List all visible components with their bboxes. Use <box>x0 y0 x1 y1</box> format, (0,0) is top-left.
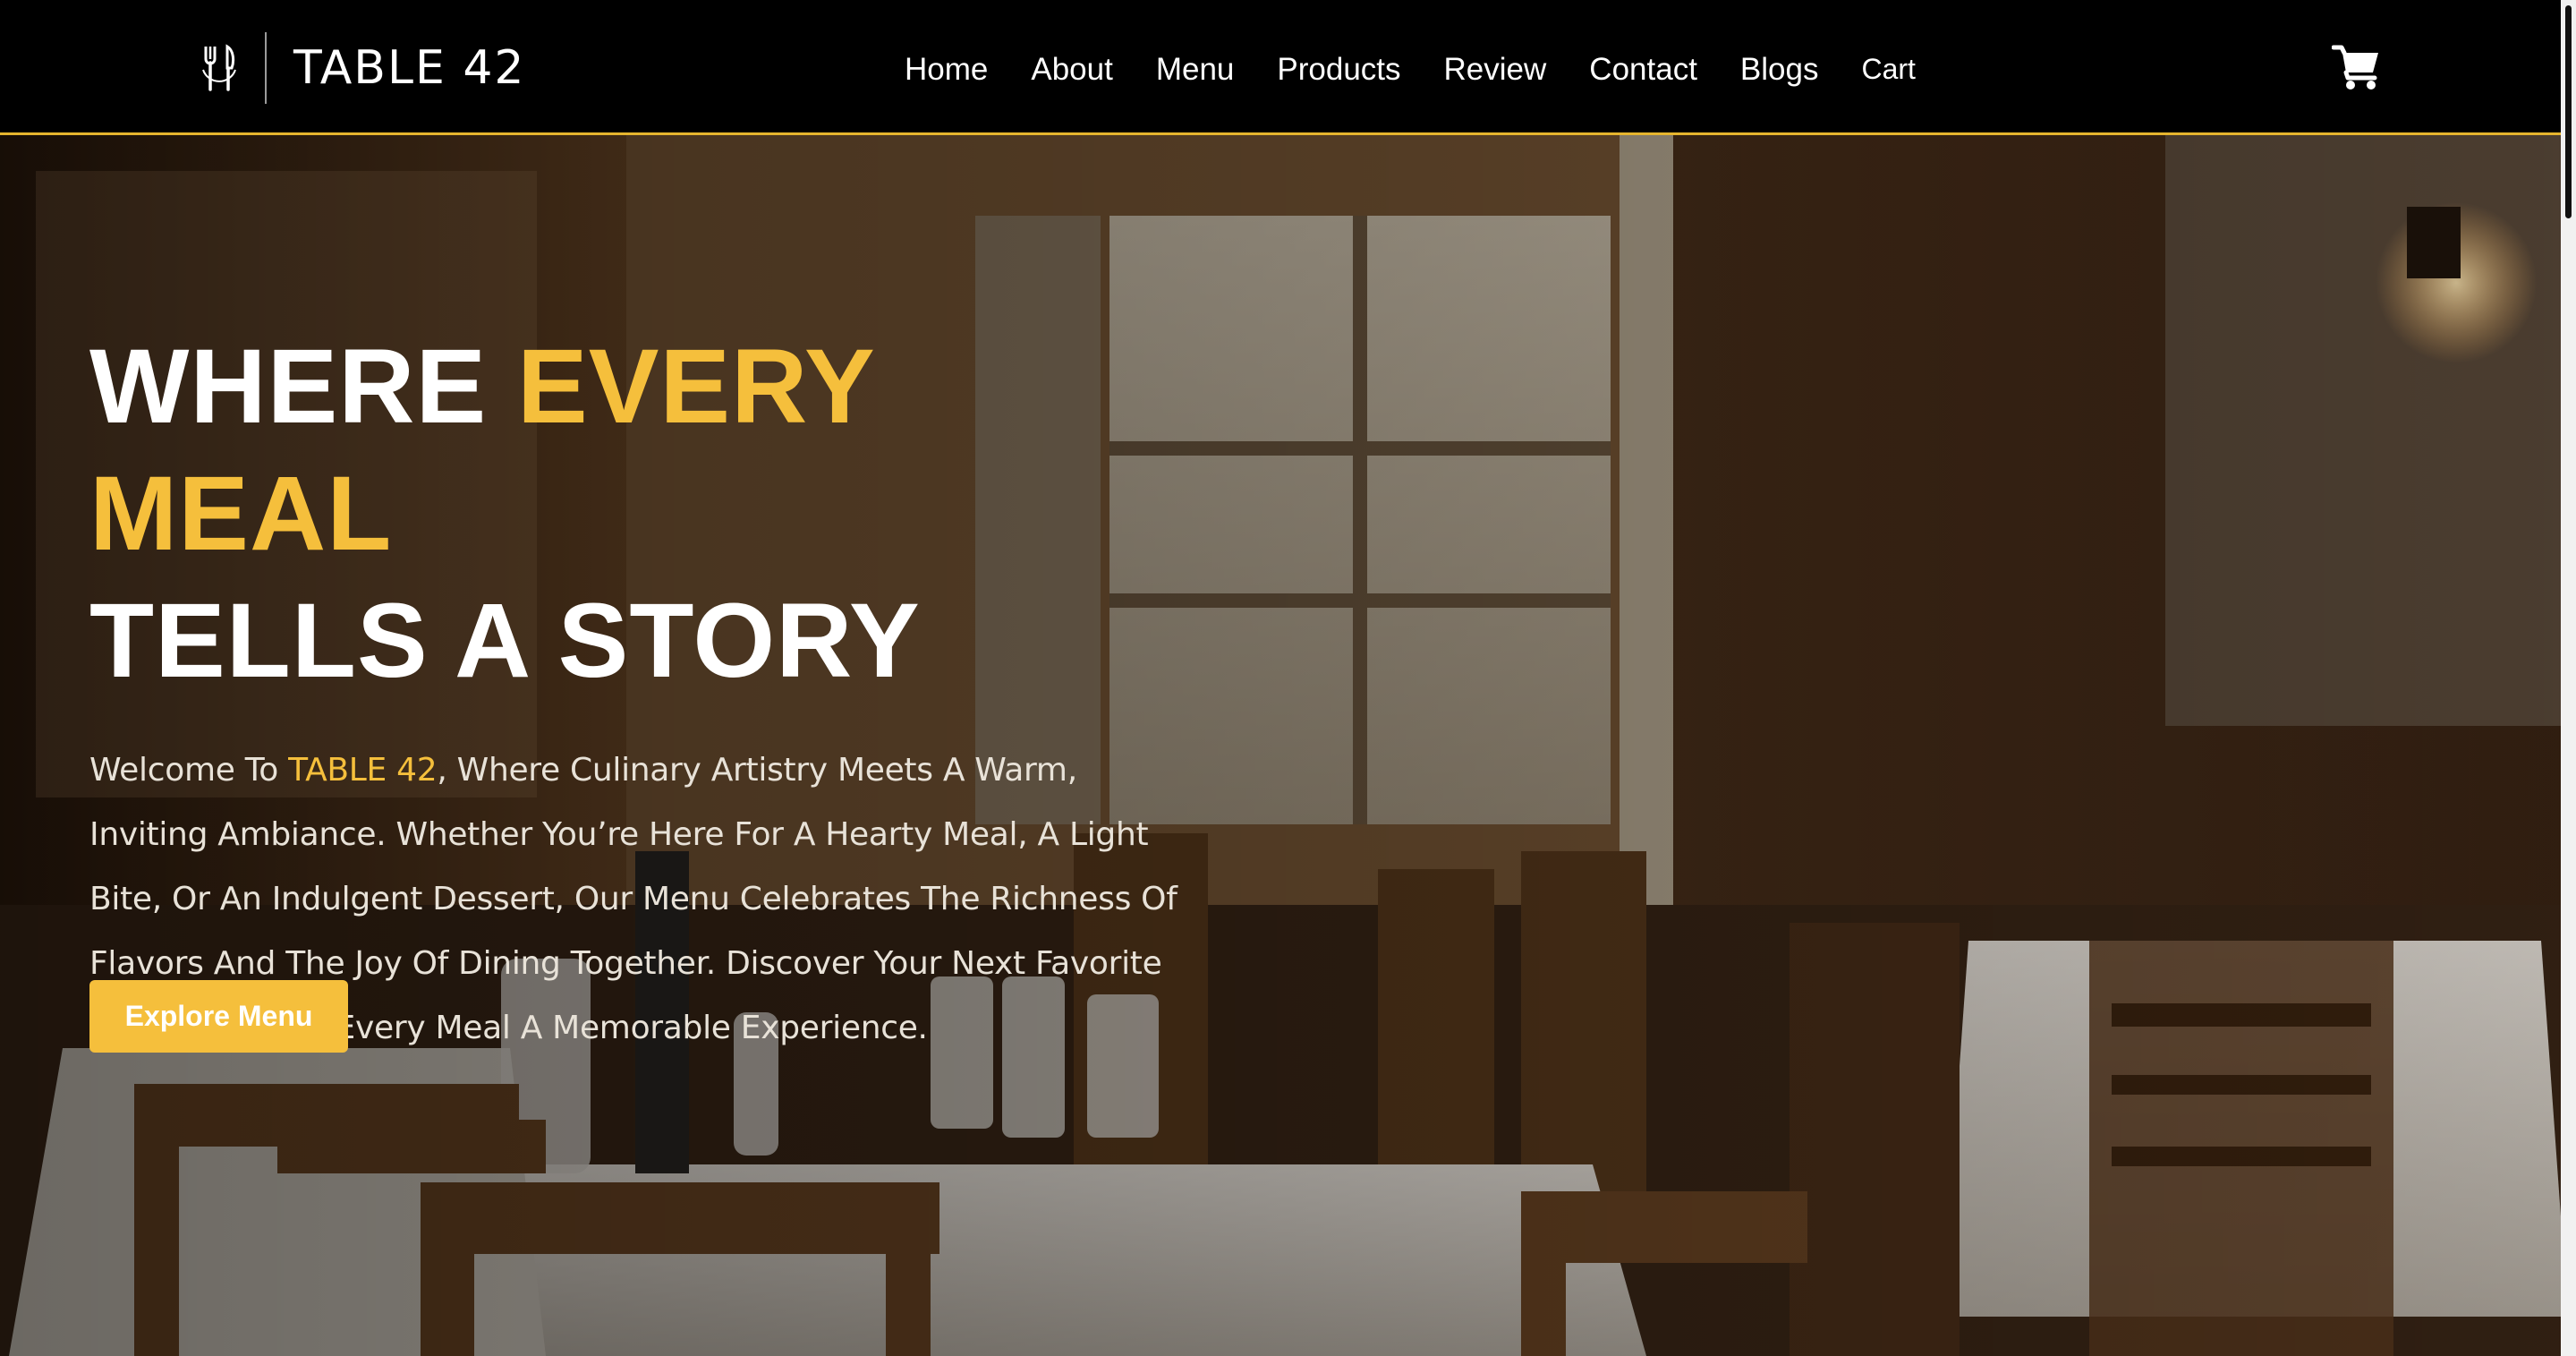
brand-divider <box>265 32 267 104</box>
main-nav: Home About Menu Products Review Contact … <box>905 47 1916 91</box>
nav-link-review[interactable]: Review <box>1444 54 1547 85</box>
nav-link-products[interactable]: Products <box>1277 54 1400 85</box>
scrollbar-thumb[interactable] <box>2565 5 2572 218</box>
nav-link-contact[interactable]: Contact <box>1589 54 1697 85</box>
hero-title: WHERE EVERY MEAL TELLS A STORY <box>89 323 1199 704</box>
page-scrollbar[interactable] <box>2561 0 2576 1356</box>
fork-knife-icon <box>199 41 240 95</box>
nav-link-about[interactable]: About <box>1031 54 1112 85</box>
nav-link-menu[interactable]: Menu <box>1156 54 1235 85</box>
nav-link-blogs[interactable]: Blogs <box>1740 54 1819 85</box>
nav-link-home[interactable]: Home <box>905 54 988 85</box>
brand-logo[interactable]: TABLE 42 <box>199 32 526 104</box>
hero-title-line2: TELLS A STORY <box>89 582 921 700</box>
explore-menu-button[interactable]: Explore Menu <box>89 980 348 1053</box>
nav-link-cart[interactable]: Cart <box>1861 55 1915 83</box>
hero-desc-brand: TABLE 42 <box>288 752 438 789</box>
hero-title-white: WHERE <box>89 328 517 446</box>
hero-section: WHERE EVERY MEAL TELLS A STORY Welcome To… <box>0 135 2561 1356</box>
navbar: TABLE 42 Home About Menu Products Review… <box>0 0 2561 135</box>
brand-name: TABLE 42 <box>293 41 526 95</box>
hero-desc-intro: Welcome To <box>89 752 289 789</box>
shopping-cart-icon[interactable] <box>2331 43 2382 91</box>
hero-content: WHERE EVERY MEAL TELLS A STORY Welcome To… <box>89 323 1199 1061</box>
